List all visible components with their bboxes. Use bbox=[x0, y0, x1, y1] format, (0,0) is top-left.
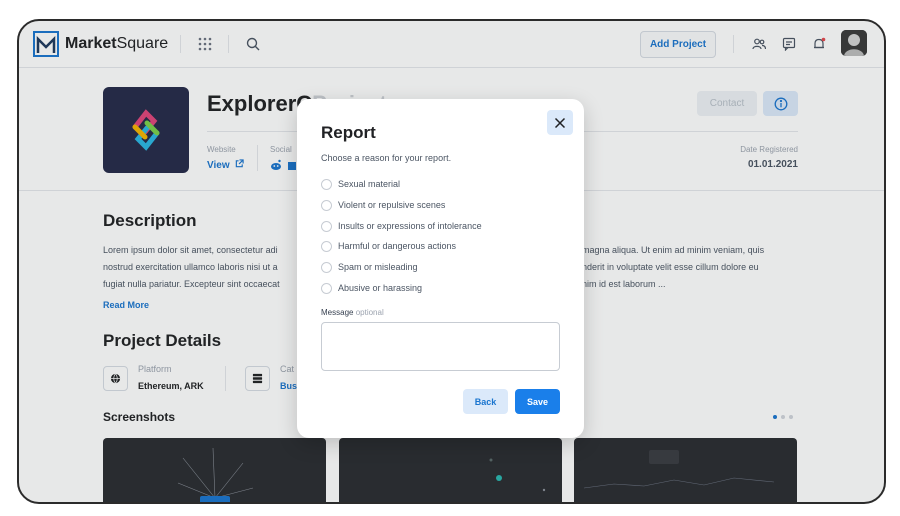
reason-label: Violent or repulsive scenes bbox=[338, 200, 446, 210]
reason-option-sexual-material[interactable]: Sexual material bbox=[321, 177, 551, 191]
reason-option-abusive[interactable]: Abusive or harassing bbox=[321, 281, 551, 295]
reason-option-harmful[interactable]: Harmful or dangerous actions bbox=[321, 239, 551, 253]
radio-button[interactable] bbox=[321, 261, 332, 273]
message-label: Message optional bbox=[321, 308, 384, 317]
close-button[interactable] bbox=[547, 110, 573, 135]
radio-button[interactable] bbox=[321, 199, 332, 211]
reason-option-spam[interactable]: Spam or misleading bbox=[321, 260, 551, 274]
reason-label: Sexual material bbox=[338, 179, 401, 189]
reason-label: Harmful or dangerous actions bbox=[338, 241, 457, 251]
reason-option-violent[interactable]: Violent or repulsive scenes bbox=[321, 198, 551, 212]
radio-button[interactable] bbox=[321, 282, 332, 294]
reason-label: Abusive or harassing bbox=[338, 283, 423, 293]
radio-button[interactable] bbox=[321, 240, 332, 252]
dialog-title: Report bbox=[321, 123, 376, 142]
back-button[interactable]: Back bbox=[463, 389, 508, 414]
app-window: MarketSquare Add Project ExplorerC Conta… bbox=[17, 19, 886, 504]
save-button[interactable]: Save bbox=[515, 389, 560, 414]
radio-button[interactable] bbox=[321, 178, 332, 190]
report-dialog: Report Choose a reason for your report. … bbox=[297, 99, 584, 438]
reason-label: Spam or misleading bbox=[338, 262, 418, 272]
message-textarea[interactable] bbox=[321, 322, 560, 371]
dialog-subtitle: Choose a reason for your report. bbox=[321, 153, 452, 163]
reason-option-insults[interactable]: Insults or expressions of intolerance bbox=[321, 219, 551, 233]
radio-button[interactable] bbox=[321, 220, 332, 232]
reason-label: Insults or expressions of intolerance bbox=[338, 221, 482, 231]
project-page: MarketSquare Add Project ExplorerC Conta… bbox=[19, 21, 884, 502]
close-icon bbox=[554, 117, 566, 128]
